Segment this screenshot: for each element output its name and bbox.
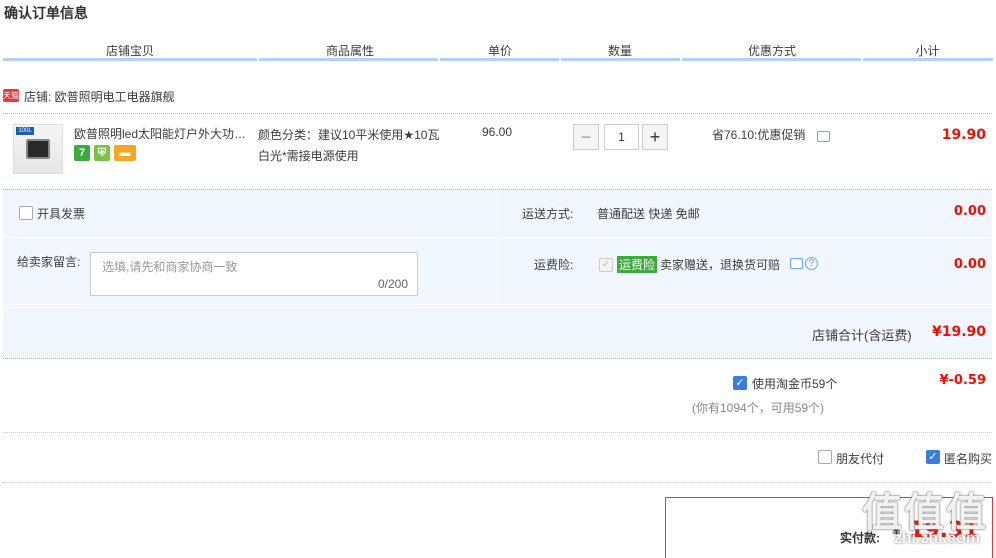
col-shop-item: 店铺宝贝 bbox=[105, 44, 154, 58]
message-label: 给卖家留言: bbox=[17, 255, 81, 269]
help-icon[interactable]: ? bbox=[805, 257, 818, 270]
qty-decrease-button[interactable]: − bbox=[573, 124, 599, 150]
col-discount: 优惠方式 bbox=[747, 44, 796, 58]
message-placeholder: 选填,请先和商家协商一致 bbox=[102, 260, 238, 274]
message-textarea[interactable]: 选填,请先和商家协商一致 0/200 bbox=[90, 252, 418, 296]
divider bbox=[3, 482, 992, 483]
coins-discount: ¥-0.59 bbox=[939, 373, 986, 388]
anonymous-label[interactable]: 匿名购买 bbox=[944, 450, 992, 467]
shop-total-value: ¥19.90 bbox=[931, 324, 986, 340]
head-underline bbox=[863, 58, 993, 61]
shipping-method[interactable]: 普通配送 快递 免邮 bbox=[597, 205, 700, 222]
credit-card-icon[interactable]: ▬ bbox=[114, 145, 136, 161]
item-subtotal: 19.90 bbox=[941, 127, 986, 143]
anonymous-checkbox[interactable]: ✓ bbox=[926, 450, 940, 464]
product-thumbnail[interactable]: 100L bbox=[13, 124, 63, 174]
seven-day-return-icon[interactable]: 7 bbox=[74, 145, 90, 161]
insurance-badge: 运费险 bbox=[617, 256, 658, 273]
coins-hint: (你有1094个，可用59个) bbox=[692, 401, 825, 415]
col-qty: 数量 bbox=[607, 44, 632, 58]
col-price: 单价 bbox=[487, 44, 512, 58]
shop-total-label: 店铺合计(含运费) bbox=[812, 328, 912, 343]
insurance-label: 运费险: bbox=[534, 258, 574, 272]
friend-pay-checkbox[interactable] bbox=[818, 450, 832, 464]
insurance-text: 卖家赠送，退换货可赔 bbox=[660, 258, 781, 272]
col-subtotal: 小计 bbox=[915, 44, 940, 58]
row-divider bbox=[3, 304, 992, 305]
divider bbox=[3, 358, 992, 359]
insurance-price: 0.00 bbox=[953, 257, 986, 272]
head-underline bbox=[440, 58, 559, 61]
friend-pay-label[interactable]: 朋友代付 bbox=[836, 450, 884, 467]
divider bbox=[3, 432, 992, 433]
floodlight-image bbox=[26, 139, 50, 159]
chat-icon[interactable] bbox=[817, 131, 830, 142]
invoice-label[interactable]: 开具发票 bbox=[37, 205, 85, 222]
insurance-checkbox: ✓ bbox=[599, 258, 613, 272]
col-attr: 商品属性 bbox=[325, 44, 374, 58]
tmall-icon: 天猫 bbox=[3, 89, 19, 102]
page-title: 确认订单信息 bbox=[4, 5, 88, 21]
promo-text: 省76.10:优惠促销 bbox=[712, 128, 806, 142]
head-underline bbox=[682, 58, 861, 61]
coins-label[interactable]: 使用淘金币59个 bbox=[752, 375, 837, 392]
qty-increase-button[interactable]: + bbox=[642, 124, 668, 150]
qty-input[interactable]: 1 bbox=[604, 124, 639, 150]
head-underline bbox=[561, 58, 680, 61]
row-divider bbox=[3, 237, 992, 238]
column-divider bbox=[497, 190, 498, 304]
guarantee-icon[interactable]: ⛨ bbox=[94, 145, 110, 161]
thumb-tag: 100L bbox=[16, 127, 34, 135]
head-underline bbox=[3, 58, 257, 61]
product-attr: 颜色分类：建议10平米使用★10瓦白光*需接电源使用 bbox=[258, 128, 440, 163]
shop-name[interactable]: 店铺: 欧普照明电工电器旗舰 bbox=[24, 88, 175, 105]
shipping-label: 运送方式: bbox=[522, 207, 574, 221]
message-counter: 0/200 bbox=[377, 277, 408, 291]
shipping-price: 0.00 bbox=[953, 204, 986, 219]
divider bbox=[3, 113, 992, 114]
head-underline bbox=[259, 58, 438, 61]
coins-checkbox[interactable]: ✓ bbox=[733, 376, 747, 390]
chat-icon[interactable] bbox=[790, 258, 803, 269]
unit-price: 96.00 bbox=[482, 125, 513, 139]
product-title-link[interactable]: 欧普照明led太阳能灯户外大功率照明灯 bbox=[74, 125, 252, 142]
watermark-url: zhi.zhi.com bbox=[893, 530, 980, 547]
invoice-checkbox[interactable] bbox=[19, 206, 33, 220]
